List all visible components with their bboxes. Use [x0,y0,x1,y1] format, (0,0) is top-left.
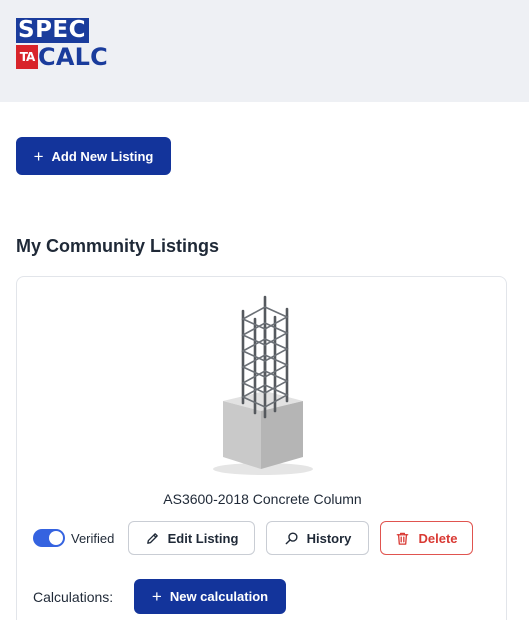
edit-listing-button[interactable]: Edit Listing [128,521,255,555]
spectacalc-logo[interactable]: SPEC TA CALC [16,18,112,70]
delete-button[interactable]: Delete [380,521,473,555]
plus-icon: + [151,587,162,606]
verified-label: Verified [71,531,115,546]
logo-spec-text: SPEC [16,18,90,43]
new-calculation-label: New calculation [169,589,269,604]
toggle-knob [49,531,63,545]
trash-icon [397,532,409,545]
add-new-listing-label: Add New Listing [51,148,154,164]
logo-calc-text: CALC [38,43,108,71]
section-title: My Community Listings [16,236,220,256]
verified-toggle[interactable] [33,529,65,547]
pencil-icon [146,532,158,544]
rebar-column-image [213,295,313,475]
calculations-label: Calculations: [33,589,114,605]
listing-card: AS3600-2018 Concrete Column Verified Edi… [16,276,507,620]
edit-listing-label: Edit Listing [167,530,239,546]
app-header: SPEC TA CALC [0,0,529,102]
search-icon [285,531,298,544]
listing-title: AS3600-2018 Concrete Column [163,491,362,507]
history-label: History [306,530,352,546]
history-button[interactable]: History [266,521,369,555]
logo-ta-badge: TA [16,45,38,69]
plus-icon: + [33,146,44,166]
add-new-listing-button[interactable]: + Add New Listing [16,137,171,175]
new-calculation-button[interactable]: + New calculation [134,579,286,614]
delete-label: Delete [418,530,458,546]
